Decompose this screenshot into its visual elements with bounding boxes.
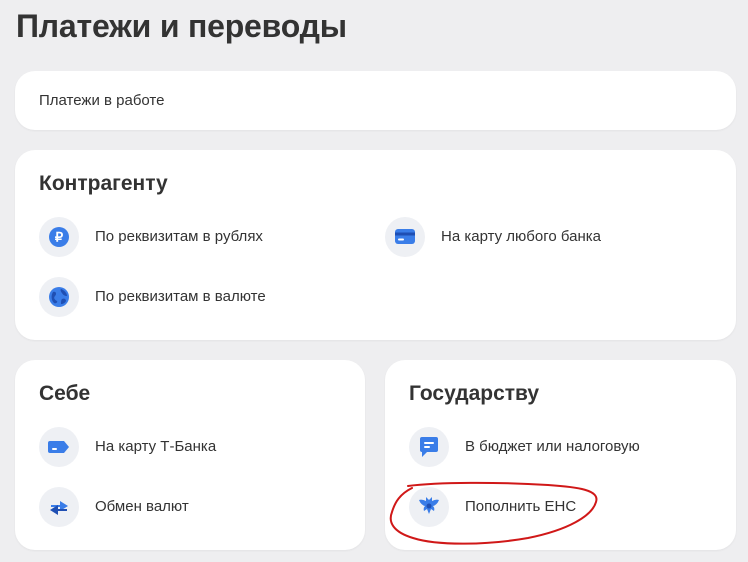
top-up-ens-item[interactable]: Пополнить ЕНС (409, 486, 576, 528)
self-card: Себе На карту Т-Банка Обмен валют (15, 360, 365, 550)
svg-text:₽: ₽ (55, 230, 64, 245)
by-details-rubles-item[interactable]: ₽ По реквизитам в рублях (39, 216, 263, 258)
by-details-currency-label: По реквизитам в валюте (95, 288, 266, 305)
exchange-icon (39, 487, 79, 527)
payments-in-progress-card[interactable]: Платежи в работе (15, 71, 736, 130)
to-t-bank-card-item[interactable]: На карту Т-Банка (39, 426, 216, 468)
counterparty-title: Контрагенту (39, 172, 168, 195)
to-any-bank-card-item[interactable]: На карту любого банка (385, 216, 601, 258)
card-icon (385, 217, 425, 257)
to-t-bank-card-label: На карту Т-Банка (95, 438, 217, 455)
ruble-icon: ₽ (39, 217, 79, 257)
self-title: Себе (39, 382, 91, 405)
top-up-ens-label: Пополнить ЕНС (465, 498, 577, 515)
currency-exchange-label: Обмен валют (95, 498, 189, 515)
counterparty-card: Контрагенту ₽ По реквизитам в рублях На … (15, 150, 736, 340)
to-any-bank-card-label: На карту любого банка (441, 228, 601, 245)
state-title: Государству (409, 382, 540, 405)
globe-icon (39, 277, 79, 317)
t-bank-card-icon (39, 427, 79, 467)
currency-exchange-item[interactable]: Обмен валют (39, 486, 189, 528)
budget-or-tax-item[interactable]: В бюджет или налоговую (409, 426, 640, 468)
payments-in-progress-link[interactable]: Платежи в работе (39, 71, 164, 131)
by-details-currency-item[interactable]: По реквизитам в валюте (39, 276, 266, 318)
by-details-rubles-label: По реквизитам в рублях (95, 228, 263, 245)
state-card: Государству В бюджет или налоговую Попол… (385, 360, 736, 550)
emblem-icon (409, 487, 449, 527)
page-title: Платежи и переводы (16, 8, 347, 44)
tax-document-icon (409, 427, 449, 467)
budget-or-tax-label: В бюджет или налоговую (465, 438, 640, 455)
